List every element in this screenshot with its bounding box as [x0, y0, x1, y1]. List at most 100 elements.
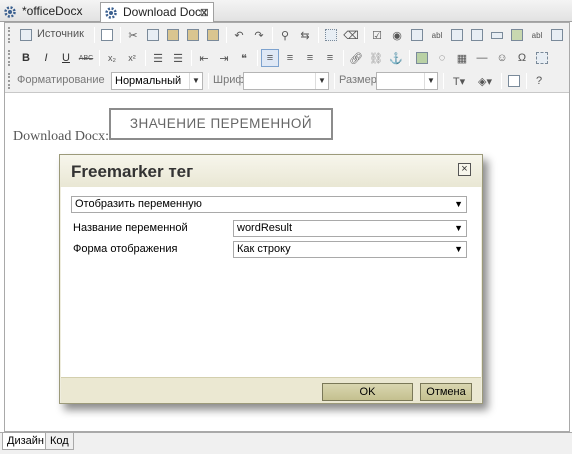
align-right-icon[interactable]: ≡: [301, 49, 319, 67]
italic-button[interactable]: I: [37, 49, 55, 67]
toolbar-separator: [443, 73, 444, 89]
bulleted-list-icon[interactable]: ☰: [169, 49, 187, 67]
format-label: Форматирование: [17, 74, 105, 86]
checkbox-icon[interactable]: ☑: [368, 26, 386, 44]
variable-name-select[interactable]: wordResult ▼: [233, 220, 467, 237]
tab-code[interactable]: Код: [45, 433, 74, 450]
toolbar-grip[interactable]: [8, 50, 12, 66]
paste-text-icon[interactable]: [184, 26, 202, 44]
redo-icon[interactable]: ↷: [250, 26, 268, 44]
blockquote-icon[interactable]: ❝: [235, 49, 253, 67]
new-page-icon[interactable]: [98, 26, 116, 44]
align-center-icon[interactable]: ≡: [281, 49, 299, 67]
editor-mode-tabs: Дизайн Код: [0, 432, 572, 454]
tab-office-docx[interactable]: *officeDocx: [0, 2, 95, 22]
table-icon[interactable]: ▦: [453, 49, 471, 67]
toolbar-separator: [257, 50, 258, 66]
dialog-body: Отобразить переменную ▼ Название перемен…: [61, 187, 481, 377]
dialog-footer: OK Отмена: [61, 377, 481, 403]
toolbar-separator: [526, 73, 527, 89]
gear-icon: [105, 7, 117, 19]
underline-button[interactable]: U: [57, 49, 75, 67]
tag-mode-select[interactable]: Отобразить переменную ▼: [71, 196, 467, 213]
toolbar-separator: [364, 27, 365, 43]
numbered-list-icon[interactable]: ☰: [149, 49, 167, 67]
unlink-icon[interactable]: ⛓: [367, 49, 385, 67]
find-icon[interactable]: ⚲: [276, 26, 294, 44]
toolbar-row-2: B I U ABC x₂ x² ☰ ☰ ⇤ ⇥ ❝ ≡ ≡ ≡ ≡ 🔗︎ ⛓ ⚓…: [5, 47, 569, 69]
maximize-icon[interactable]: [505, 72, 523, 90]
close-icon[interactable]: ×: [458, 163, 471, 176]
freemarker-variable-placeholder[interactable]: ЗНАЧЕНИЕ ПЕРЕМЕННОЙ: [109, 108, 333, 140]
chevron-down-icon: ▼: [424, 73, 437, 89]
display-form-value: Как строку: [237, 243, 291, 255]
toolbar-grip[interactable]: [8, 27, 12, 43]
toolbar-separator: [334, 73, 335, 89]
textarea-icon[interactable]: [448, 26, 466, 44]
ok-button[interactable]: OK: [322, 383, 413, 401]
paste-word-icon[interactable]: [204, 26, 222, 44]
toolbar-separator: [272, 27, 273, 43]
toolbar-row-3: Форматирование Нормальный ▼ Шрифт ▼ Разм…: [5, 70, 569, 92]
cancel-button[interactable]: Отмена: [420, 383, 472, 401]
toolbar-separator: [318, 27, 319, 43]
paste-icon[interactable]: [164, 26, 182, 44]
anchor-icon[interactable]: ⚓: [387, 49, 405, 67]
outdent-icon[interactable]: ⇤: [195, 49, 213, 67]
replace-icon[interactable]: ⇆: [296, 26, 314, 44]
superscript-button[interactable]: x²: [123, 49, 141, 67]
copy-icon[interactable]: [144, 26, 162, 44]
special-char-icon[interactable]: Ω: [513, 49, 531, 67]
chevron-down-icon: ▼: [189, 73, 202, 89]
undo-icon[interactable]: ↶: [230, 26, 248, 44]
select-field-icon[interactable]: [468, 26, 486, 44]
page-break-icon[interactable]: [533, 49, 551, 67]
source-icon[interactable]: [17, 26, 35, 44]
bg-color-icon[interactable]: ◈▾: [473, 72, 497, 90]
bold-button[interactable]: B: [17, 49, 35, 67]
link-icon[interactable]: 🔗︎: [347, 49, 365, 67]
size-label: Размер: [339, 74, 377, 86]
hidden-field-icon[interactable]: abl: [528, 26, 546, 44]
toolbar-separator: [120, 27, 121, 43]
select-all-icon[interactable]: [322, 26, 340, 44]
chevron-down-icon: ▼: [315, 73, 328, 89]
format-select[interactable]: Нормальный ▼: [111, 72, 203, 90]
form-icon[interactable]: [408, 26, 426, 44]
toolbar-separator: [145, 50, 146, 66]
text-color-icon[interactable]: T▾: [447, 72, 471, 90]
subscript-button[interactable]: x₂: [103, 49, 121, 67]
display-form-select[interactable]: Как строку ▼: [233, 241, 467, 258]
indent-icon[interactable]: ⇥: [215, 49, 233, 67]
help-icon[interactable]: ?: [530, 72, 548, 90]
flash-icon[interactable]: ◌: [433, 49, 451, 67]
button-field-icon[interactable]: [488, 26, 506, 44]
strikethrough-button[interactable]: ABC: [77, 49, 95, 67]
textfield-icon[interactable]: abl: [428, 26, 446, 44]
eraser-icon[interactable]: ⌫: [342, 26, 360, 44]
chevron-down-icon: ▼: [454, 199, 463, 209]
tab-design[interactable]: Дизайн: [2, 433, 49, 450]
toolbar-grip[interactable]: [8, 73, 12, 89]
horizontal-rule-icon[interactable]: —: [473, 49, 491, 67]
toolbar-separator: [501, 73, 502, 89]
tab-download-docx[interactable]: Download Docx ⊠: [100, 2, 214, 23]
image-button-icon[interactable]: [508, 26, 526, 44]
variable-name-value: wordResult: [237, 222, 293, 234]
align-justify-icon[interactable]: ≡: [321, 49, 339, 67]
hidden-input-icon[interactable]: [548, 26, 566, 44]
close-icon[interactable]: ⊠: [200, 4, 209, 23]
toolbar-separator: [226, 27, 227, 43]
size-select[interactable]: ▼: [376, 72, 438, 90]
font-select[interactable]: ▼: [243, 72, 329, 90]
toolbar-separator: [99, 50, 100, 66]
dialog-title-bar[interactable]: Freemarker тег ×: [60, 155, 482, 187]
radio-icon[interactable]: ◉: [388, 26, 406, 44]
image-icon[interactable]: [413, 49, 431, 67]
align-left-icon[interactable]: ≡: [261, 49, 279, 67]
smiley-icon[interactable]: ☺: [493, 49, 511, 67]
editor-tab-strip: *officeDocx Download Docx ⊠: [0, 0, 572, 23]
cut-icon[interactable]: ✂: [124, 26, 142, 44]
source-button[interactable]: Источник: [37, 28, 84, 40]
toolbar-separator: [343, 50, 344, 66]
